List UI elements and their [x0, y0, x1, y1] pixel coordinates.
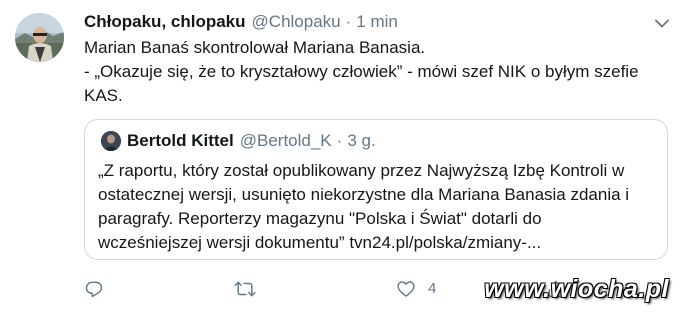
retweet-icon	[234, 281, 256, 297]
quoted-tweet-text: „Z raportu, który został opublikowany pr…	[98, 159, 658, 255]
chevron-down-icon	[655, 19, 669, 27]
author-handle[interactable]: @Chlopaku	[252, 12, 341, 32]
quoted-author-display-name: Bertold Kittel	[127, 131, 234, 150]
tweet-text-line: KAS.	[84, 86, 123, 105]
like-button[interactable]: 4	[396, 276, 436, 302]
site-watermark: www.wiocha.pl	[484, 275, 669, 303]
tweet-text-line: Marian Banaś skontrolował Mariana Banasi…	[84, 38, 426, 57]
author-display-name[interactable]: Chłopaku, chlopaku	[84, 12, 246, 32]
heart-icon	[397, 281, 415, 297]
like-count: 4	[428, 280, 437, 297]
more-options-button[interactable]	[651, 14, 673, 32]
quoted-author-avatar	[101, 131, 121, 151]
author-avatar[interactable]	[15, 13, 64, 62]
quoted-text-line: paragrafy. Reporterzy magazynu "Polska i…	[98, 209, 542, 228]
quoted-avatar-image	[101, 131, 121, 151]
reply-button[interactable]	[84, 276, 104, 302]
quoted-text-line: „Z raportu, który został opublikowany pr…	[98, 161, 625, 180]
quoted-tweet[interactable]: Bertold Kittel @Bertold_K · 3 g. „Z rapo…	[84, 119, 668, 260]
quoted-text-line: wcześniejszej wersji dokumentu” tvn24.pl…	[98, 233, 542, 252]
reply-icon	[85, 281, 103, 298]
quoted-author-handle: @Bertold_K	[239, 131, 332, 150]
quoted-tweet-timestamp: 3 g.	[347, 131, 376, 150]
tweet-text: Marian Banaś skontrolował Mariana Banasi…	[84, 36, 664, 108]
quoted-tweet-header: Bertold Kittel @Bertold_K · 3 g.	[127, 130, 376, 152]
tweet-timestamp[interactable]: 1 min	[356, 12, 398, 32]
tweet-card[interactable]: Chłopaku, chlopaku @Chlopaku · 1 min Mar…	[0, 0, 687, 315]
retweet-button[interactable]	[234, 276, 256, 302]
avatar-image	[15, 13, 64, 62]
quoted-header-separator: ·	[336, 131, 343, 150]
header-separator: ·	[345, 12, 352, 31]
quoted-text-line: ostatecznej wersji, usunięto niekorzystn…	[98, 185, 630, 204]
tweet-text-line: - „Okazuje się, że to kryształowy człowi…	[84, 62, 639, 81]
tweet-header: Chłopaku, chlopaku @Chlopaku · 1 min	[84, 12, 398, 32]
